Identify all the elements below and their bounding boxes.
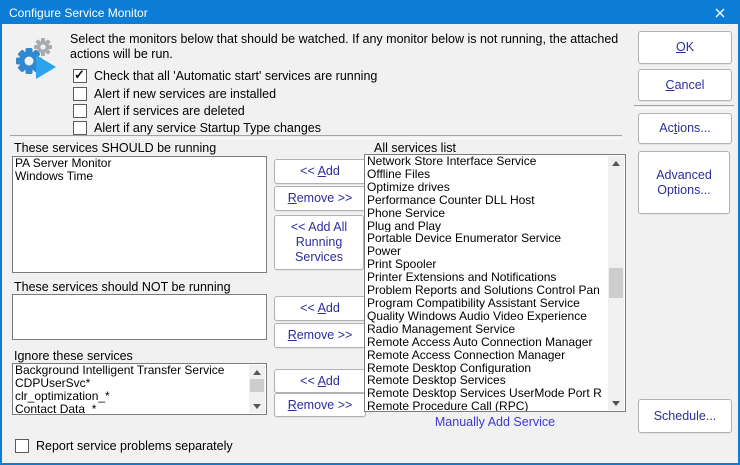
checkbox-new-services-label: Alert if new services are installed	[94, 86, 277, 101]
checkbox-new-services-box[interactable]	[73, 86, 87, 101]
should-run-label: These services SHOULD be running	[14, 141, 217, 155]
list-item[interactable]: Remote Desktop Services	[365, 374, 608, 387]
button-divider	[634, 105, 734, 109]
checkbox-automatic-start-box[interactable]	[73, 67, 87, 83]
checkbox-automatic-start-label: Check that all 'Automatic start' service…	[94, 68, 378, 83]
list-item[interactable]: Optimize drives	[365, 181, 608, 194]
list-item[interactable]: Remote Desktop Configuration	[365, 362, 608, 375]
list-item[interactable]: Windows Time	[13, 170, 266, 183]
list-item[interactable]: Plug and Play	[365, 220, 608, 233]
all-services-label: All services list	[374, 141, 456, 155]
checkbox-new-services[interactable]: Alert if new services are installed	[73, 86, 276, 101]
service-monitor-gear-icon	[16, 38, 56, 79]
checkbox-services-deleted[interactable]: Alert if services are deleted	[73, 103, 245, 118]
should-not-run-add-button[interactable]: << Add	[274, 296, 366, 321]
checkbox-startup-type-label: Alert if any service Startup Type change…	[94, 120, 321, 135]
list-item[interactable]: CDPUserSvc*	[13, 377, 249, 390]
add-all-running-button[interactable]: << Add All Running Services	[274, 215, 364, 270]
scroll-down-icon[interactable]	[249, 399, 265, 413]
should-not-run-label: These services should NOT be running	[14, 280, 231, 294]
cancel-button[interactable]: Cancel	[638, 69, 732, 101]
list-item[interactable]: Printer Extensions and Notifications	[365, 271, 608, 284]
should-not-run-remove-button[interactable]: Remove >>	[274, 323, 366, 348]
list-item[interactable]: Remote Desktop Services UserMode Port R	[365, 387, 608, 400]
list-item[interactable]: Performance Counter DLL Host	[365, 194, 608, 207]
list-item[interactable]: Remote Procedure Call (RPC)	[365, 400, 608, 411]
instruction-text: Select the monitors below that should be…	[70, 32, 619, 61]
ignore-label: Ignore these services	[14, 349, 133, 363]
ignore-listbox[interactable]: Background Intelligent Transfer Service C…	[12, 363, 267, 415]
all-services-scrollbar[interactable]	[608, 156, 624, 410]
section-divider	[10, 135, 622, 139]
close-button[interactable]	[704, 2, 736, 24]
all-services-scrollbar-thumb[interactable]	[609, 268, 623, 298]
ok-button[interactable]: OK	[638, 31, 732, 64]
all-services-listbox[interactable]: Network Store Interface Service Offline F…	[364, 154, 626, 412]
list-item[interactable]: Power	[365, 245, 608, 258]
window-title: Configure Service Monitor	[9, 6, 148, 20]
actions-button[interactable]: Actions...	[638, 113, 732, 144]
checkbox-services-deleted-box[interactable]	[73, 103, 87, 118]
manually-add-service-link[interactable]: Manually Add Service	[364, 415, 626, 429]
list-item[interactable]: Radio Management Service	[365, 323, 608, 336]
list-item[interactable]: Problem Reports and Solutions Control Pa…	[365, 284, 608, 297]
list-item[interactable]: Contact Data_*	[13, 403, 249, 414]
checkbox-services-deleted-label: Alert if services are deleted	[94, 103, 245, 118]
should-not-run-listbox[interactable]	[12, 294, 267, 340]
checkbox-automatic-start[interactable]: Check that all 'Automatic start' service…	[73, 67, 378, 83]
list-item[interactable]: Program Compatibility Assistant Service	[365, 297, 608, 310]
scroll-up-icon[interactable]	[608, 156, 624, 170]
title-bar: Configure Service Monitor	[2, 2, 738, 24]
ignore-remove-button[interactable]: Remove >>	[274, 393, 366, 417]
should-run-add-button[interactable]: << Add	[274, 159, 366, 184]
ignore-add-button[interactable]: << Add	[274, 369, 366, 393]
list-item[interactable]: Phone Service	[365, 207, 608, 220]
list-item[interactable]: Offline Files	[365, 168, 608, 181]
list-item[interactable]: Remote Access Connection Manager	[365, 349, 608, 362]
list-item[interactable]: Quality Windows Audio Video Experience	[365, 310, 608, 323]
should-run-remove-button[interactable]: Remove >>	[274, 186, 366, 211]
checkbox-report-separately-box[interactable]	[15, 438, 29, 453]
list-item[interactable]: clr_optimization_*	[13, 390, 249, 403]
ignore-scrollbar[interactable]	[249, 365, 265, 413]
schedule-button[interactable]: Schedule...	[638, 399, 732, 433]
checkbox-report-separately[interactable]: Report service problems separately	[15, 438, 233, 453]
list-item[interactable]: PA Server Monitor	[13, 157, 266, 170]
list-item[interactable]: Remote Access Auto Connection Manager	[365, 336, 608, 349]
close-icon	[715, 8, 725, 18]
scroll-down-icon[interactable]	[608, 396, 624, 410]
checkbox-startup-type-box[interactable]	[73, 120, 87, 135]
scroll-up-icon[interactable]	[249, 365, 265, 379]
list-item[interactable]: Print Spooler	[365, 258, 608, 271]
list-item[interactable]: Portable Device Enumerator Service	[365, 232, 608, 245]
advanced-options-button[interactable]: Advanced Options...	[638, 151, 730, 214]
configure-service-monitor-dialog: Configure Service Monitor Select the mon…	[0, 0, 740, 465]
checkbox-startup-type[interactable]: Alert if any service Startup Type change…	[73, 120, 321, 135]
ignore-scrollbar-thumb[interactable]	[250, 379, 264, 392]
should-run-listbox[interactable]: PA Server Monitor Windows Time	[12, 156, 267, 273]
list-item[interactable]: Background Intelligent Transfer Service	[13, 364, 249, 377]
checkbox-report-separately-label: Report service problems separately	[36, 438, 233, 453]
list-item[interactable]: Network Store Interface Service	[365, 155, 608, 168]
